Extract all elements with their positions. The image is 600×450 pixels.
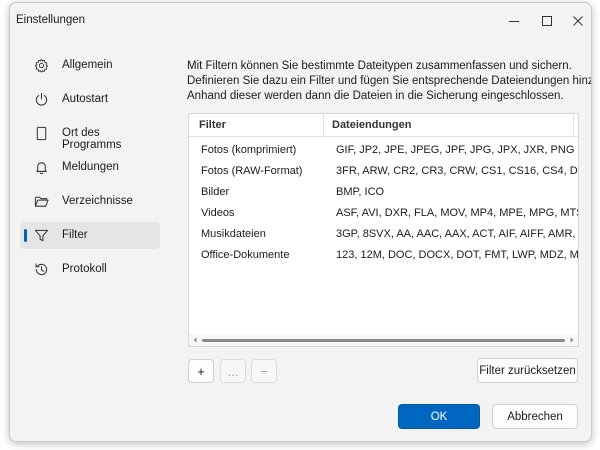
edit-filter-button[interactable]: ... [220, 359, 246, 383]
sidebar-item-verzeichnisse[interactable]: Verzeichnisse [20, 188, 160, 215]
history-icon [35, 263, 48, 276]
remove-filter-button[interactable]: − [251, 359, 277, 383]
gear-icon [34, 58, 49, 73]
document-icon [36, 126, 47, 141]
extensions-cell: 3FR, ARW, CR2, CR3, CRW, CS1, CS16, CS4,… [336, 165, 578, 177]
table-row[interactable]: Videos ASF, AVI, DXR, FLA, MOV, MP4, MPE… [189, 204, 578, 225]
scroll-left-icon[interactable] [191, 336, 199, 344]
scroll-right-icon[interactable] [568, 336, 576, 344]
description-line: Mit Filtern können Sie bestimmte Dateity… [187, 60, 572, 72]
sidebar-item-label: Filter [62, 229, 88, 241]
power-icon [35, 92, 48, 106]
filter-description: Mit Filtern können Sie bestimmte Dateity… [187, 59, 592, 104]
sidebar-item-filter[interactable]: Filter [20, 222, 160, 249]
add-filter-button[interactable]: + [188, 359, 214, 383]
folder-icon [34, 196, 49, 207]
minimize-icon [509, 21, 519, 22]
extensions-cell: 3GP, 8SVX, AA, AAC, AAX, ACT, AIF, AIFF,… [336, 228, 579, 240]
column-header-filter[interactable]: Filter [199, 119, 226, 131]
column-divider[interactable] [573, 114, 574, 137]
column-divider[interactable] [323, 114, 324, 137]
filter-name-cell: Videos [201, 207, 235, 219]
table-header: Filter Dateiendungen [189, 114, 578, 137]
sidebar-item-meldungen[interactable]: Meldungen [20, 154, 160, 181]
horizontal-scrollbar[interactable] [189, 334, 578, 346]
minimize-button[interactable] [498, 3, 530, 39]
sidebar-item-label: Autostart [62, 93, 109, 105]
filter-name-cell: Bilder [201, 186, 230, 198]
close-button[interactable] [562, 3, 591, 39]
title-bar[interactable]: Einstellungen [10, 3, 591, 39]
ok-button[interactable]: OK [398, 404, 480, 429]
description-line: Anhand dieser werden dann die Dateien in… [187, 90, 564, 102]
sidebar-item-label: Meldungen [62, 161, 119, 173]
extensions-cell: 123, 12M, DOC, DOCX, DOT, FMT, LWP, MDZ,… [336, 249, 579, 261]
cancel-button[interactable]: Abbrechen [492, 404, 578, 429]
sidebar-item-label: Protokoll [62, 263, 107, 275]
reset-filters-button[interactable]: Filter zurücksetzen [477, 358, 578, 383]
bell-icon [36, 162, 47, 175]
sidebar-item-ort-des-programms[interactable]: Ort des Programms [20, 120, 160, 151]
close-icon [573, 16, 583, 26]
active-indicator [24, 229, 27, 242]
description-line: Definieren Sie dazu ein Filter und fügen… [187, 75, 592, 87]
filter-table: Filter Dateiendungen Fotos (komprimiert)… [188, 113, 579, 347]
sidebar-item-label: Verzeichnisse [62, 195, 133, 207]
table-row[interactable]: Musikdateien 3GP, 8SVX, AA, AAC, AAX, AC… [189, 225, 578, 246]
window-title: Einstellungen [16, 14, 86, 26]
maximize-icon [542, 16, 552, 26]
sidebar-item-autostart[interactable]: Autostart [20, 86, 160, 113]
extensions-cell: GIF, JP2, JPE, JPEG, JPF, JPG, JPX, JXR,… [336, 144, 575, 156]
sidebar-nav: Allgemein Autostart Ort des Programms Me… [20, 52, 160, 290]
settings-dialog: Einstellungen Allgemein Autostart Ort de… [9, 2, 592, 442]
filter-name-cell: Office-Dokumente [201, 249, 290, 261]
filter-icon [34, 229, 49, 242]
sidebar-item-label: Ort des Programms [62, 127, 122, 151]
table-row[interactable]: Office-Dokumente 123, 12M, DOC, DOCX, DO… [189, 246, 578, 267]
table-row[interactable]: Bilder BMP, ICO [189, 183, 578, 204]
table-row[interactable]: Fotos (komprimiert) GIF, JP2, JPE, JPEG,… [189, 141, 578, 162]
scrollbar-thumb[interactable] [202, 339, 565, 342]
table-row[interactable]: Fotos (RAW-Format) 3FR, ARW, CR2, CR3, C… [189, 162, 578, 183]
extensions-cell: ASF, AVI, DXR, FLA, MOV, MP4, MPE, MPG, … [336, 207, 579, 219]
column-header-dateiendungen[interactable]: Dateiendungen [332, 119, 411, 131]
filter-name-cell: Musikdateien [201, 228, 266, 240]
filter-name-cell: Fotos (RAW-Format) [201, 165, 303, 177]
maximize-button[interactable] [531, 3, 563, 39]
sidebar-item-allgemein[interactable]: Allgemein [20, 52, 160, 79]
sidebar-item-protokoll[interactable]: Protokoll [20, 256, 160, 283]
filter-name-cell: Fotos (komprimiert) [201, 144, 297, 156]
sidebar-item-label: Allgemein [62, 59, 113, 71]
extensions-cell: BMP, ICO [336, 186, 385, 198]
